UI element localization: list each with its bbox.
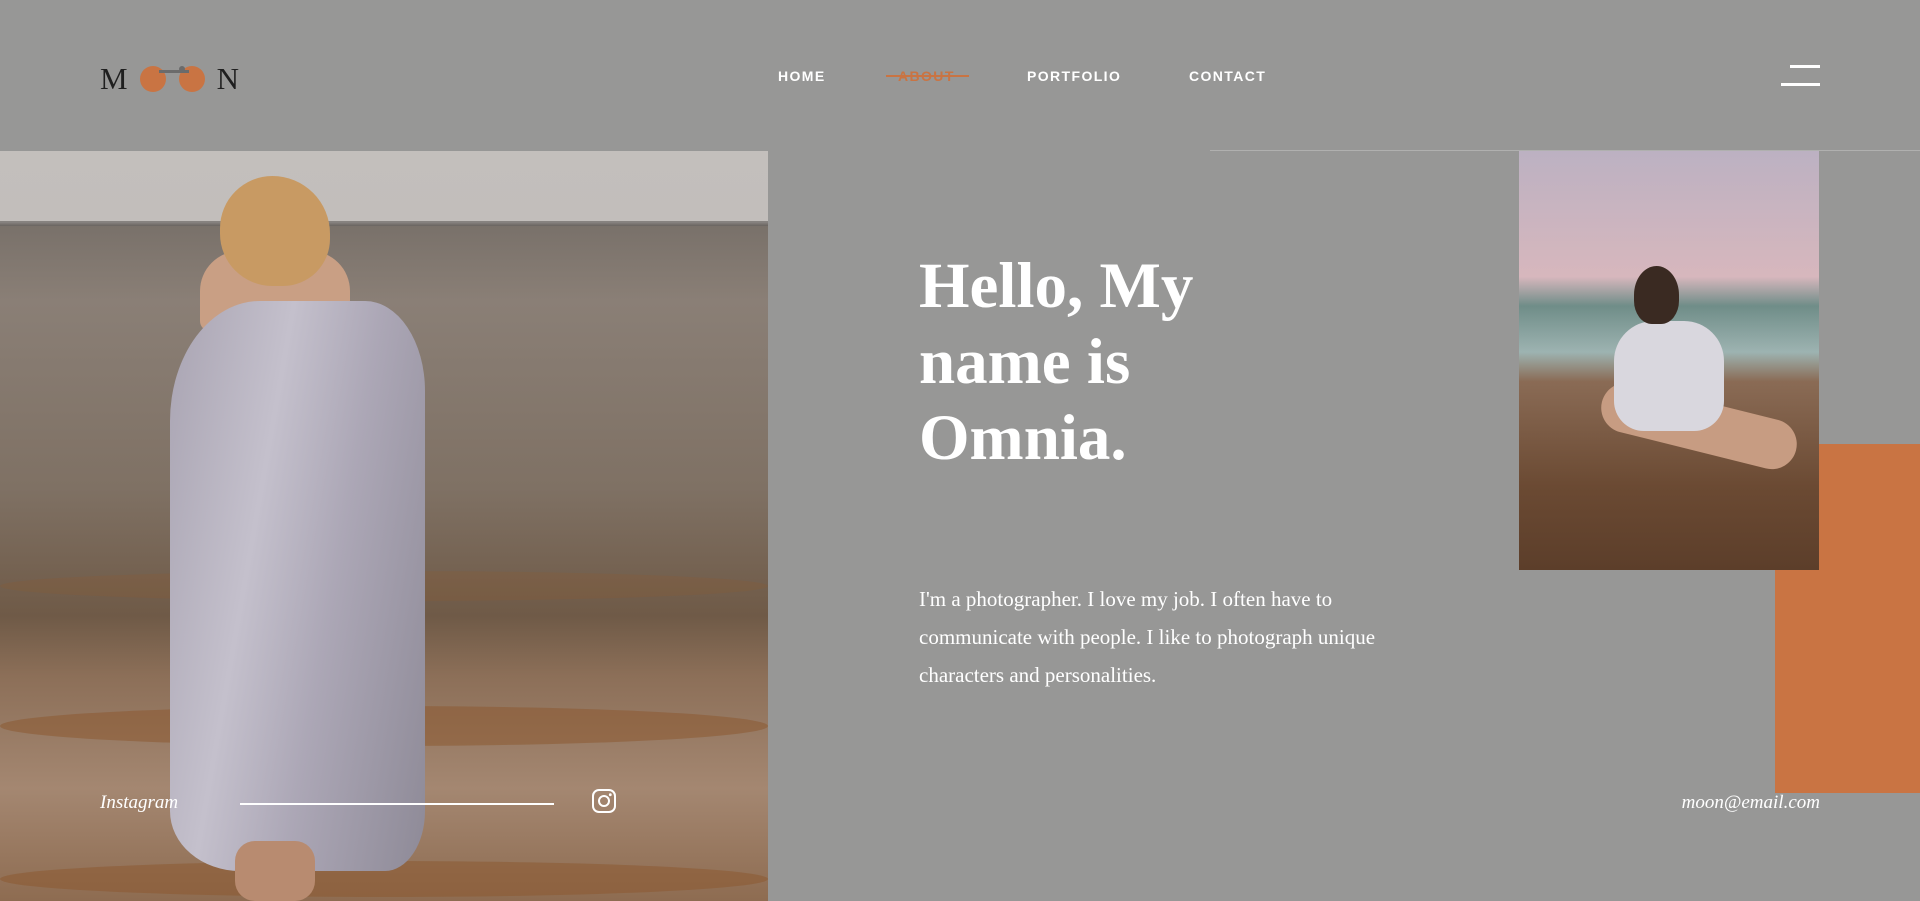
page-title: Hello, My name is Omnia. [919, 250, 1194, 474]
site-logo[interactable]: M N [100, 61, 241, 96]
instagram-icon[interactable] [591, 788, 617, 814]
logo-letter-m: M [100, 61, 130, 96]
hero-photo [0, 151, 768, 901]
email-link[interactable]: moon@email.com [1682, 792, 1820, 814]
nav-contact[interactable]: CONTACT [1189, 68, 1266, 84]
photo-figure-hair [220, 176, 330, 286]
nav-home[interactable]: HOME [778, 68, 826, 84]
menu-line-bottom [1781, 83, 1820, 86]
nav-about[interactable]: ABOUT [886, 68, 969, 84]
photo-person-head [1634, 266, 1679, 324]
instagram-line [240, 803, 554, 805]
photo-person-shirt [1614, 321, 1724, 431]
hamburger-menu-icon[interactable] [1780, 64, 1820, 88]
instagram-link[interactable]: Instagram [100, 792, 178, 814]
photo-horizon [0, 221, 768, 226]
intro-text: I'm a photographer. I love my job. I oft… [919, 587, 1376, 687]
logo-pip [178, 66, 185, 72]
logo-dots [139, 66, 205, 92]
nav-portfolio[interactable]: PORTFOLIO [1027, 68, 1121, 84]
logo-letter-n: N [216, 61, 241, 96]
photo-figure-blanket [170, 301, 425, 871]
menu-line-top [1790, 65, 1820, 68]
photo-figure-legs [235, 841, 315, 901]
portrait-photo [1519, 151, 1819, 570]
